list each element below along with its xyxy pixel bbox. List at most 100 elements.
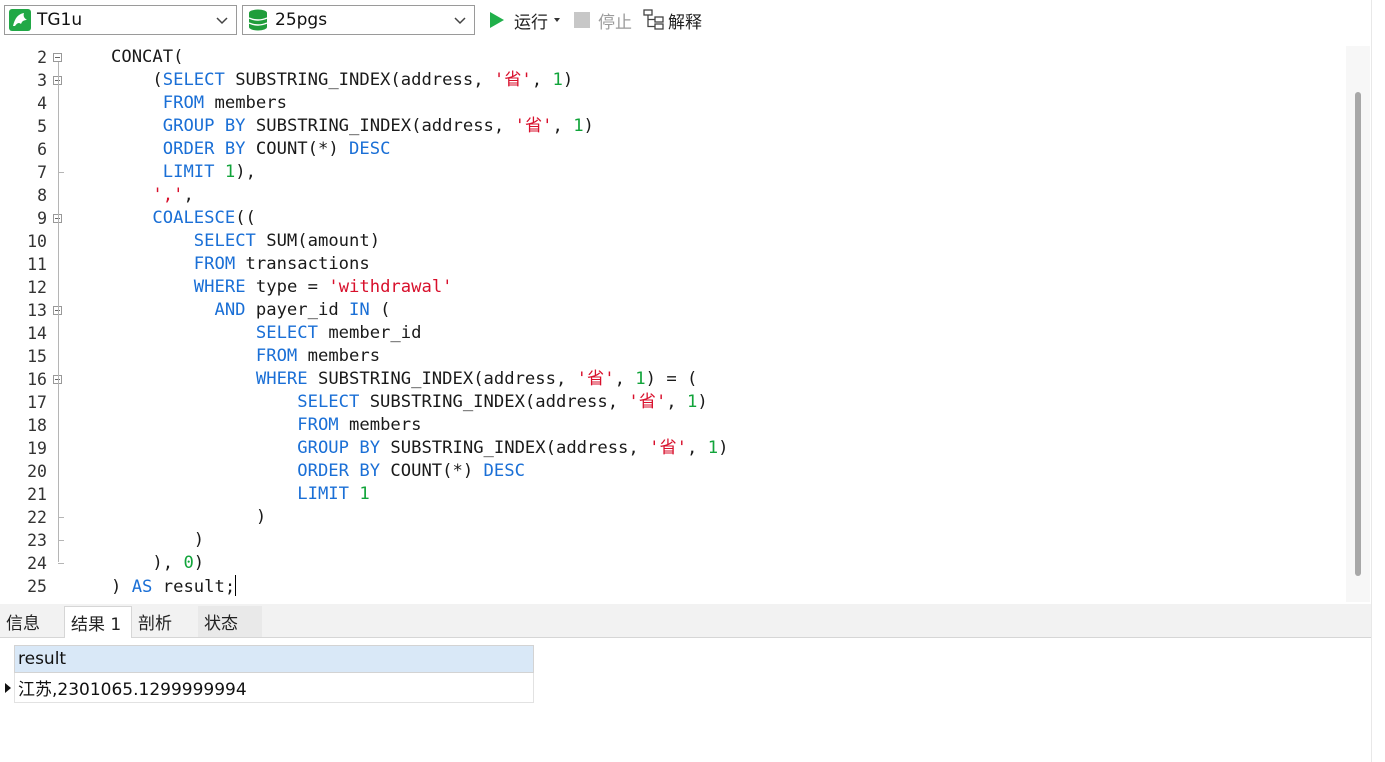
code-line[interactable]: WHERE type = 'withdrawal' <box>111 276 728 299</box>
explain-button[interactable]: 解释 <box>643 8 702 33</box>
sql-text: ) = ( <box>645 369 698 389</box>
result-column-header[interactable]: result <box>14 645 534 673</box>
tab-result-1[interactable]: 结果 1 <box>64 606 132 638</box>
tab-status[interactable]: 状态 <box>198 606 262 637</box>
sql-keyword: FROM <box>255 346 298 366</box>
sql-number: 1 <box>224 162 236 182</box>
sql-text: , <box>687 438 708 458</box>
connection-select[interactable]: TG1u <box>4 5 237 35</box>
sql-text: transactions <box>235 254 370 274</box>
code-line[interactable]: FROM members <box>111 92 728 115</box>
line-number: 22 <box>27 508 47 527</box>
line-number: 14 <box>27 324 47 343</box>
code-line[interactable]: LIMIT 1), <box>111 161 728 184</box>
code-line[interactable]: ) <box>111 506 728 529</box>
line-number: 25 <box>27 577 47 596</box>
line-number: 23 <box>27 531 47 550</box>
sql-keyword: LIMIT <box>162 162 215 182</box>
code-line[interactable]: AND payer_id IN ( <box>111 299 728 322</box>
dropdown-arrow-icon[interactable] <box>553 16 561 24</box>
column-header-label: result <box>18 649 67 669</box>
code-line[interactable]: COALESCE(( <box>111 207 728 230</box>
code-line[interactable]: GROUP BY SUBSTRING_INDEX(address, '省', 1… <box>111 115 728 138</box>
connection-value: TG1u <box>37 10 83 30</box>
tab-profile[interactable]: 剖析 <box>132 606 196 637</box>
code-line[interactable]: ',', <box>111 184 728 207</box>
sql-text: ) <box>111 507 267 527</box>
code-line[interactable]: FROM members <box>111 345 728 368</box>
run-button[interactable]: 运行 <box>488 8 561 33</box>
sql-text: SUBSTRING_INDEX(address, <box>380 438 650 458</box>
line-number: 9 <box>37 209 47 228</box>
run-label: 运行 <box>514 12 548 33</box>
explain-label: 解释 <box>668 12 702 33</box>
sql-string: ',' <box>152 185 184 205</box>
code-line[interactable]: GROUP BY SUBSTRING_INDEX(address, '省', 1… <box>111 437 728 460</box>
code-line[interactable]: ) AS result; <box>111 575 728 598</box>
sql-number: 1 <box>687 392 698 412</box>
sql-text: result; <box>152 577 236 597</box>
sql-keyword: FROM <box>297 415 339 435</box>
code-line[interactable]: ) <box>111 529 728 552</box>
tab-label: 结果 1 <box>71 615 122 635</box>
line-number: 2 <box>37 48 47 67</box>
sql-keyword: ORDER BY <box>162 139 246 159</box>
result-cell[interactable]: 江苏,2301065.1299999994 <box>18 675 247 700</box>
database-select[interactable]: 25pgs <box>242 5 475 35</box>
sql-string: 'withdrawal' <box>328 277 453 297</box>
sql-text: SUBSTRING_INDEX(address, <box>245 116 515 136</box>
sql-text: ) <box>193 553 205 573</box>
tab-label: 状态 <box>204 614 238 634</box>
table-row[interactable]: 江苏,2301065.1299999994 <box>14 673 534 703</box>
code-line[interactable]: LIMIT 1 <box>111 483 728 506</box>
sql-code[interactable]: CONCAT( (SELECT SUBSTRING_INDEX(address,… <box>111 46 728 598</box>
code-line[interactable]: (SELECT SUBSTRING_INDEX(address, '省', 1) <box>111 69 728 92</box>
fold-end-marker <box>58 563 64 564</box>
editor-scrollbar-thumb[interactable] <box>1355 92 1361 576</box>
result-tabs: 信息 结果 1 剖析 状态 <box>0 604 1371 638</box>
sql-text: COUNT(*) <box>245 139 350 159</box>
fold-end-marker <box>58 172 64 173</box>
sql-number: 1 <box>552 70 563 90</box>
line-number: 19 <box>27 439 47 458</box>
sql-text: ), <box>235 162 256 182</box>
line-number: 21 <box>27 485 47 504</box>
fold-toggle-icon[interactable] <box>53 53 62 62</box>
sql-editor[interactable]: 2 3 4 5 6 7 8 9 10 11 12 13 14 15 16 17 18 19 20 21 22 23 24 25… <box>0 42 1385 602</box>
sql-number: 1 <box>707 438 719 458</box>
right-panel-edge <box>1371 0 1385 762</box>
code-line[interactable]: ORDER BY COUNT(*) DESC <box>111 460 728 483</box>
code-line[interactable]: ), 0) <box>111 552 728 575</box>
sql-number: 1 <box>573 116 584 136</box>
code-line[interactable]: SELECT member_id <box>111 322 728 345</box>
tab-info[interactable]: 信息 <box>0 606 64 637</box>
code-line[interactable]: FROM members <box>111 414 728 437</box>
sql-text: ) <box>583 116 594 136</box>
sql-keyword: DESC <box>349 139 391 159</box>
line-number: 17 <box>27 393 47 412</box>
code-line[interactable]: ORDER BY COUNT(*) DESC <box>111 138 728 161</box>
sql-text: , <box>552 116 574 136</box>
code-line[interactable]: WHERE SUBSTRING_INDEX(address, '省', 1) =… <box>111 368 728 391</box>
stop-button[interactable]: 停止 <box>573 8 632 33</box>
chevron-down-icon <box>454 17 466 25</box>
sql-keyword: DESC <box>483 461 525 481</box>
line-number: 4 <box>37 94 47 113</box>
line-number: 24 <box>27 554 47 573</box>
code-line[interactable]: FROM transactions <box>111 253 728 276</box>
code-line[interactable]: SELECT SUBSTRING_INDEX(address, '省', 1) <box>111 391 728 414</box>
code-line[interactable]: CONCAT( <box>111 46 728 69</box>
database-icon <box>247 9 269 31</box>
code-line[interactable]: SELECT SUM(amount) <box>111 230 728 253</box>
